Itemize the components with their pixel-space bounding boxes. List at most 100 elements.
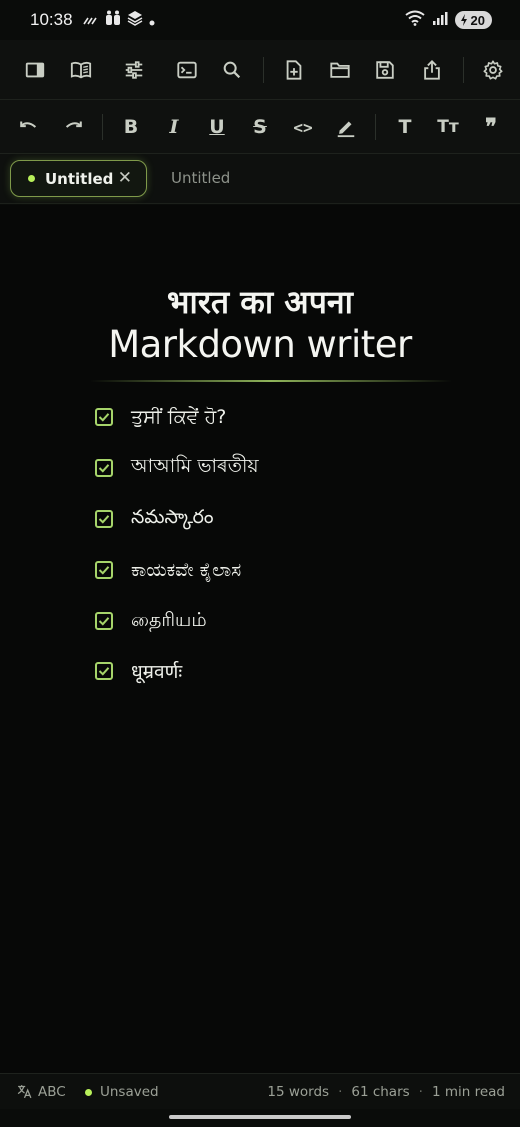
open-folder-button[interactable]	[322, 52, 358, 88]
quote-icon: ❞	[485, 114, 497, 140]
language-toggle[interactable]: ABC	[16, 1083, 66, 1100]
task-item: ਤੁਸੀਂ ਕਿਵੇਂ ਹੋ?	[95, 405, 226, 429]
tab-label: Untitled	[45, 169, 114, 188]
read-time: 1 min read	[431, 1084, 505, 1100]
new-file-button[interactable]	[276, 52, 312, 88]
share-icon	[424, 59, 440, 80]
underline-button[interactable]: U	[199, 109, 235, 145]
text-size-icon: Tт	[437, 117, 459, 137]
checkmark-icon	[98, 617, 110, 626]
book-icon	[70, 61, 92, 79]
word-count: 15 words	[267, 1084, 330, 1100]
task-text: தைரியம்	[131, 608, 207, 631]
settings-sliders-button[interactable]	[116, 52, 152, 88]
terminal-button[interactable]	[169, 52, 205, 88]
heading-button[interactable]: T	[387, 109, 423, 145]
tab-bar: Untitled ✕ Untitled	[0, 154, 520, 204]
status-footer: ABC Unsaved 15 words · 61 chars · 1 min …	[0, 1073, 520, 1109]
text-size-button[interactable]: Tт	[430, 109, 466, 145]
tab-untitled-active[interactable]: Untitled ✕	[10, 160, 147, 197]
redo-icon	[65, 121, 82, 128]
task-item: ಕಾಯಕವೇ ಕೈಲಾಸ	[95, 558, 241, 582]
activity-icon	[82, 11, 99, 30]
close-tab-icon[interactable]: ✕	[118, 170, 132, 187]
save-icon	[376, 61, 394, 79]
task-text: धूम्रवर्णः	[131, 661, 183, 683]
translate-icon	[17, 1085, 32, 1099]
task-checkbox[interactable]	[95, 561, 113, 579]
sidebar-toggle-button[interactable]	[17, 52, 53, 88]
toolbar-divider	[102, 114, 103, 140]
document-title-line-1: भारत का अपना	[167, 283, 353, 321]
strikethrough-button[interactable]: S	[242, 109, 278, 145]
sidebar-icon	[25, 62, 45, 78]
task-checkbox[interactable]	[95, 510, 113, 528]
checkmark-icon	[98, 667, 110, 676]
save-status-label: Unsaved	[100, 1084, 159, 1100]
stats-separator: ·	[418, 1084, 423, 1100]
horizontal-rule	[90, 380, 452, 382]
task-checkbox[interactable]	[95, 662, 113, 680]
reading-mode-button[interactable]	[63, 52, 99, 88]
bold-icon: B	[123, 116, 139, 138]
layers-icon	[127, 10, 143, 30]
share-button[interactable]	[414, 52, 450, 88]
bold-button[interactable]: B	[113, 109, 149, 145]
task-checkbox[interactable]	[95, 408, 113, 426]
search-icon	[223, 61, 241, 79]
gear-icon	[483, 60, 503, 80]
sliders-icon	[125, 61, 143, 79]
task-item: தைரியம்	[95, 609, 207, 633]
task-text: ਤੁਸੀਂ ਕਿਵੇਂ ਹੋ?	[131, 406, 227, 428]
undo-button[interactable]	[11, 109, 47, 145]
tab-untitled[interactable]: Untitled	[171, 169, 230, 187]
task-item: আআমি ভাৰতীয়	[95, 455, 259, 480]
format-toolbar: B I U S <> T Tт ❞	[0, 100, 520, 154]
task-checkbox[interactable]	[95, 459, 113, 477]
task-item: నమస్కారం	[95, 505, 214, 531]
task-text: ಕಾಯಕವೇ ಕೈಲಾಸ	[131, 559, 242, 581]
document-title-line-2: Markdown writer	[108, 323, 412, 366]
checkmark-icon	[98, 566, 110, 575]
checkmark-icon	[98, 464, 110, 473]
clock: 10:38	[30, 10, 73, 29]
app-notification-icon	[105, 10, 121, 30]
underline-icon: U	[209, 116, 225, 138]
settings-button[interactable]	[475, 52, 511, 88]
italic-button[interactable]: I	[156, 109, 192, 145]
highlighter-icon	[337, 121, 355, 138]
quote-button[interactable]: ❞	[473, 109, 509, 145]
toolbar-divider	[463, 57, 464, 83]
save-button[interactable]	[367, 52, 403, 88]
language-label: ABC	[38, 1083, 66, 1100]
italic-icon: I	[169, 116, 179, 138]
task-text: నమస్కారం	[131, 505, 214, 528]
char-count: 61 chars	[351, 1084, 410, 1100]
stats-separator: ·	[338, 1084, 343, 1100]
status-bar: 10:38 20	[0, 0, 520, 40]
notification-dot-icon	[149, 11, 155, 30]
battery-level: 20	[470, 12, 485, 28]
editor-area[interactable]: भारत का अपना Markdown writer ਤੁਸੀਂ ਕਿਵੇਂ…	[0, 205, 520, 1073]
search-button[interactable]	[214, 52, 250, 88]
task-checkbox[interactable]	[95, 612, 113, 630]
home-indicator[interactable]	[169, 1115, 351, 1119]
task-text: আআমি ভাৰতীয়	[131, 455, 259, 477]
folder-icon	[330, 62, 350, 78]
wifi-icon	[404, 10, 425, 30]
toolbar-divider	[263, 57, 264, 83]
highlight-button[interactable]	[328, 109, 364, 145]
code-button[interactable]: <>	[285, 109, 321, 145]
main-toolbar	[0, 40, 520, 100]
document-stats: 15 words · 61 chars · 1 min read	[267, 1084, 505, 1100]
battery-indicator: 20	[454, 11, 492, 29]
toolbar-divider	[375, 114, 376, 140]
unsaved-status-dot-icon	[85, 1088, 92, 1096]
new-file-icon	[286, 60, 302, 80]
signal-icon	[432, 10, 448, 30]
redo-button[interactable]	[55, 109, 91, 145]
terminal-icon	[177, 61, 197, 79]
code-icon: <>	[293, 117, 313, 137]
task-item: धूम्रवर्णः	[95, 659, 182, 683]
checkmark-icon	[98, 515, 110, 524]
